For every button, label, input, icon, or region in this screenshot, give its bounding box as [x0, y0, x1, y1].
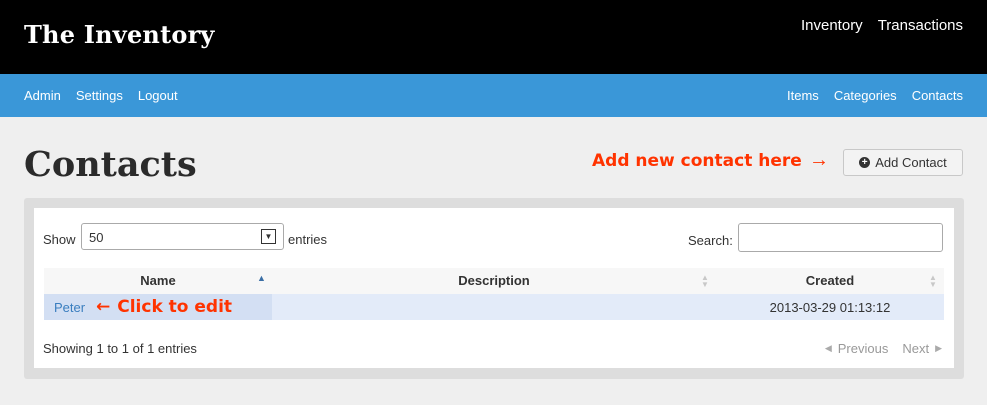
table-row: Peter ← Click to edit 2013-03-29 01:13:1… — [44, 294, 944, 320]
next-arrow-icon: ▶ — [935, 343, 942, 353]
sort-both-icon: ▲ ▼ — [701, 273, 709, 289]
top-navbar: The Inventory Inventory Transactions — [0, 0, 987, 74]
page-title: Contacts — [24, 144, 197, 185]
column-name-label: Name — [140, 273, 176, 288]
entries-length-value: 50 — [89, 230, 104, 245]
arrow-right-icon: → — [809, 149, 829, 171]
plus-circle-icon: + — [859, 157, 871, 168]
subnav-categories[interactable]: Categories — [834, 88, 897, 103]
click-to-edit-text: Click to edit — [117, 297, 233, 317]
contacts-table-wrapper: Show 50 ▼ entries Search: Name ▲ Descrip… — [34, 208, 954, 368]
search-label: Search: — [688, 233, 733, 248]
add-contact-button[interactable]: + Add Contact — [843, 149, 963, 176]
dropdown-arrow-icon: ▼ — [261, 229, 276, 244]
entries-length-select[interactable]: 50 ▼ — [81, 223, 284, 250]
sub-navbar: Admin Settings Logout Items Categories C… — [0, 74, 987, 117]
subnav-admin[interactable]: Admin — [24, 88, 61, 103]
cell-created: 2013-03-29 01:13:12 — [769, 300, 891, 315]
subnav-contacts[interactable]: Contacts — [912, 88, 963, 103]
pagination: ◀ Previous Next ▶ — [825, 341, 942, 356]
sort-both-icon: ▲ ▼ — [929, 273, 937, 289]
add-contact-label: Add Contact — [875, 155, 947, 170]
column-header-description[interactable]: Description — [272, 268, 716, 294]
column-header-name[interactable]: Name — [44, 268, 272, 294]
previous-button[interactable]: Previous — [838, 341, 889, 356]
column-description-label: Description — [458, 273, 530, 288]
search-input[interactable] — [738, 223, 943, 252]
table-info: Showing 1 to 1 of 1 entries — [43, 341, 197, 356]
column-header-created[interactable]: Created — [716, 268, 944, 294]
arrow-left-icon: ← — [96, 297, 111, 317]
add-contact-annotation: Add new contact here — [592, 151, 802, 171]
contacts-panel: Show 50 ▼ entries Search: Name ▲ Descrip… — [24, 198, 964, 379]
previous-arrow-icon: ◀ — [824, 343, 832, 353]
column-created-label: Created — [805, 273, 855, 288]
click-to-edit-annotation: ← Click to edit — [96, 297, 232, 317]
show-label: Show — [43, 232, 76, 247]
brand-title[interactable]: The Inventory — [24, 20, 215, 49]
nav-transactions[interactable]: Transactions — [878, 17, 963, 34]
entries-label: entries — [288, 232, 328, 247]
contact-name-link[interactable]: Peter — [54, 300, 85, 315]
sort-ascending-icon: ▲ — [257, 273, 266, 283]
subnav-logout[interactable]: Logout — [138, 88, 178, 103]
subnav-left: Admin Settings Logout — [24, 88, 178, 103]
table-header: Name ▲ Description ▲ ▼ Created ▲ ▼ — [44, 268, 944, 295]
subnav-items[interactable]: Items — [787, 88, 819, 103]
subnav-settings[interactable]: Settings — [76, 88, 123, 103]
top-nav: Inventory Transactions — [801, 17, 963, 34]
cell-name: Peter ← Click to edit — [44, 294, 272, 320]
nav-inventory[interactable]: Inventory — [801, 17, 863, 34]
subnav-right: Items Categories Contacts — [787, 88, 963, 103]
next-button[interactable]: Next — [902, 341, 929, 356]
